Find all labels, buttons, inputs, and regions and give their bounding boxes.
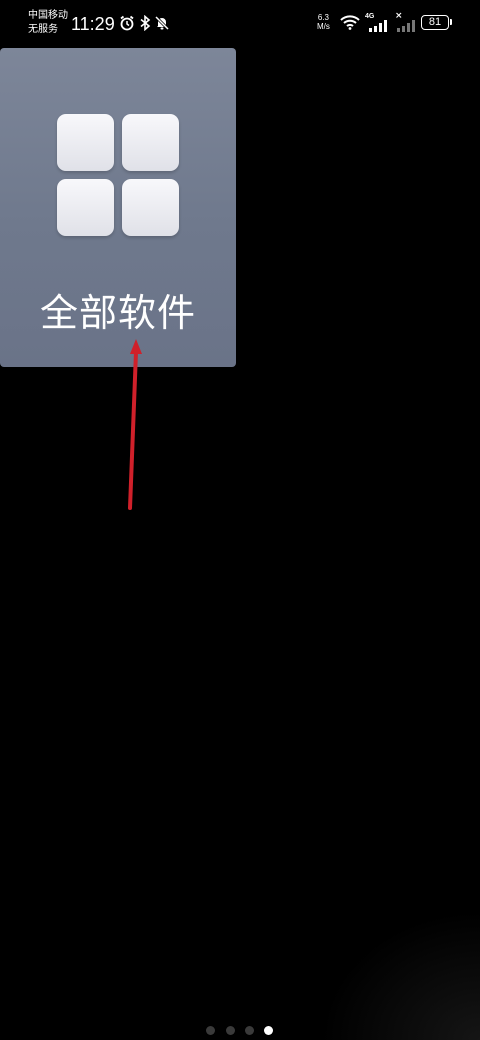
page-dot-3[interactable] bbox=[245, 1026, 254, 1035]
page-dot-4-active[interactable] bbox=[264, 1026, 273, 1035]
annotation-arrow bbox=[128, 339, 142, 510]
page-dot-2[interactable] bbox=[226, 1026, 235, 1035]
background-glow bbox=[320, 910, 480, 1040]
page-dot-1[interactable] bbox=[206, 1026, 215, 1035]
